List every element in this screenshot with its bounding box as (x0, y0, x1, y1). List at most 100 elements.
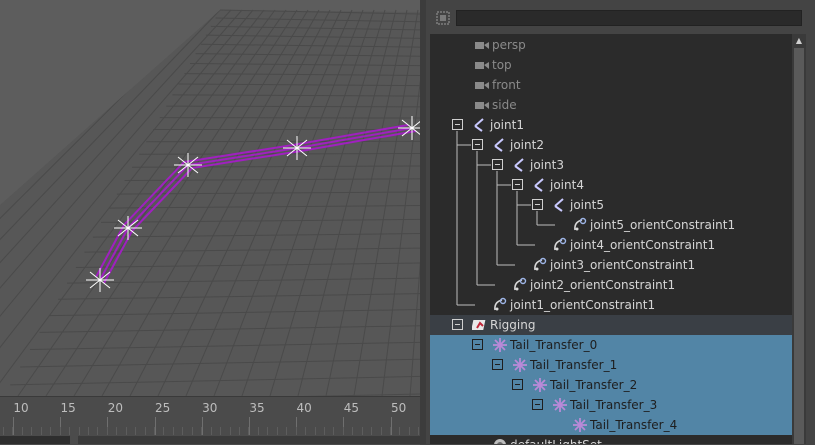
joint-icon (552, 197, 568, 213)
time-ruler-minor-tick (315, 427, 316, 435)
outliner-tree[interactable]: persp top front side joint1 joint2 joint3 joint… (430, 34, 792, 444)
outliner-search-input[interactable] (456, 10, 802, 26)
time-ruler-minor-tick (135, 427, 136, 435)
scroll-up-arrow-icon[interactable]: ▲ (794, 36, 804, 46)
time-ruler-minor-tick (333, 427, 334, 435)
outliner-item-top[interactable]: top (430, 55, 792, 75)
time-ruler-minor-tick (296, 427, 297, 435)
time-ruler-minor-tick (305, 427, 306, 435)
locator-icon (492, 337, 508, 353)
time-ruler-minor-tick (230, 427, 231, 435)
outliner-item-label: persp (492, 38, 526, 52)
time-ruler-minor-tick (399, 427, 400, 435)
joint-icon (512, 157, 528, 173)
outliner-item-front[interactable]: front (430, 75, 792, 95)
orient-constraint-icon (532, 257, 548, 273)
locator-icon (552, 397, 568, 413)
outliner-item-tail-transfer-3[interactable]: Tail_Transfer_3 (430, 395, 792, 415)
collapse-toggle-icon[interactable] (452, 319, 463, 330)
camera-icon (474, 37, 490, 53)
time-ruler-minor-tick (248, 427, 249, 435)
outliner-item-label: side (492, 98, 517, 112)
collapse-toggle-icon[interactable] (492, 359, 503, 370)
outliner-item-joint4-orientconstraint1[interactable]: joint4_orientConstraint1 (430, 235, 792, 255)
time-ruler-minor-tick (145, 427, 146, 435)
outliner-item-tail-transfer-0[interactable]: Tail_Transfer_0 (430, 335, 792, 355)
time-ruler-minor-tick (88, 427, 89, 435)
scrollbar-thumb[interactable] (794, 48, 804, 444)
collapse-toggle-icon[interactable] (472, 339, 483, 350)
time-ruler-minor-tick (390, 427, 391, 435)
outliner-item-joint2-orientconstraint1[interactable]: joint2_orientConstraint1 (430, 275, 792, 295)
joint-icon (492, 137, 508, 153)
light-set-icon (492, 437, 508, 444)
time-ruler-minor-tick (79, 427, 80, 435)
outliner-item-label: front (492, 78, 521, 92)
outliner-item-label: joint3 (530, 158, 564, 172)
time-ruler-label: 45 (344, 401, 359, 415)
outliner-item-joint2[interactable]: joint2 (430, 135, 792, 155)
filter-icon[interactable] (436, 11, 450, 25)
time-ruler-minor-tick (22, 427, 23, 435)
viewport-scene[interactable] (0, 0, 420, 396)
collapse-toggle-icon[interactable] (512, 379, 523, 390)
joint-icon (532, 177, 548, 193)
outliner-item-label: joint3_orientConstraint1 (550, 258, 695, 272)
time-ruler-label: 20 (108, 401, 123, 415)
outliner-item-joint1-orientconstraint1[interactable]: joint1_orientConstraint1 (430, 295, 792, 315)
time-ruler-label: 35 (249, 401, 264, 415)
time-ruler-minor-tick (352, 427, 353, 435)
time-ruler-minor-tick (154, 427, 155, 435)
outliner-item-label: joint5_orientConstraint1 (590, 218, 735, 232)
collapse-toggle-icon[interactable] (492, 159, 503, 170)
3d-viewport[interactable] (0, 0, 420, 396)
time-ruler-minor-tick (31, 427, 32, 435)
time-ruler-label: 30 (202, 401, 217, 415)
locator-icon (512, 357, 528, 373)
outliner-item-label: joint1 (490, 118, 524, 132)
time-ruler-label: 50 (391, 401, 406, 415)
time-ruler-minor-tick (50, 427, 51, 435)
range-slider-start[interactable] (0, 436, 70, 444)
outliner-item-joint3[interactable]: joint3 (430, 155, 792, 175)
locator-icon (532, 377, 548, 393)
outliner-item-label: joint2 (510, 138, 544, 152)
time-ruler-minor-tick (362, 427, 363, 435)
outliner-item-tail-transfer-2[interactable]: Tail_Transfer_2 (430, 375, 792, 395)
outliner-item-tail-transfer-1[interactable]: Tail_Transfer_1 (430, 355, 792, 375)
time-ruler-label: 15 (61, 401, 76, 415)
rigging-set-icon (472, 317, 488, 333)
outliner-item-tail-transfer-4[interactable]: Tail_Transfer_4 (430, 415, 792, 435)
collapse-toggle-icon[interactable] (452, 119, 463, 130)
outliner-item-side[interactable]: side (430, 95, 792, 115)
outliner-item-label: Tail_Transfer_2 (550, 378, 637, 392)
outliner-item-joint5[interactable]: joint5 (430, 195, 792, 215)
time-ruler-minor-tick (409, 427, 410, 435)
time-ruler-minor-tick (107, 427, 108, 435)
outliner-item-rigging[interactable]: Rigging (430, 315, 792, 335)
collapse-toggle-icon[interactable] (532, 399, 543, 410)
time-ruler-minor-tick (220, 427, 221, 435)
time-ruler-label: 40 (297, 401, 312, 415)
outliner-item-joint4[interactable]: joint4 (430, 175, 792, 195)
outliner-item-defaultlightset[interactable]: defaultLightSet (430, 435, 792, 444)
range-slider[interactable] (78, 436, 420, 444)
time-ruler-minor-tick (211, 427, 212, 435)
outliner-item-label: Rigging (490, 318, 535, 332)
outliner-panel: persp top front side joint1 joint2 joint3 joint… (426, 0, 815, 444)
outliner-scrollbar[interactable]: ▲ (792, 34, 806, 444)
outliner-item-label: joint2_orientConstraint1 (530, 278, 675, 292)
outliner-item-label: joint1_orientConstraint1 (510, 298, 655, 312)
time-ruler-label: 10 (13, 401, 28, 415)
collapse-toggle-icon[interactable] (532, 199, 543, 210)
orient-constraint-icon (572, 217, 588, 233)
collapse-toggle-icon[interactable] (512, 179, 523, 190)
outliner-item-joint3-orientconstraint1[interactable]: joint3_orientConstraint1 (430, 255, 792, 275)
collapse-toggle-icon[interactable] (472, 139, 483, 150)
outliner-item-persp[interactable]: persp (430, 35, 792, 55)
outliner-item-joint1[interactable]: joint1 (430, 115, 792, 135)
orient-constraint-icon (552, 237, 568, 253)
time-ruler-minor-tick (163, 427, 164, 435)
outliner-item-label: defaultLightSet (510, 438, 602, 444)
outliner-item-joint5-orientconstraint1[interactable]: joint5_orientConstraint1 (430, 215, 792, 235)
